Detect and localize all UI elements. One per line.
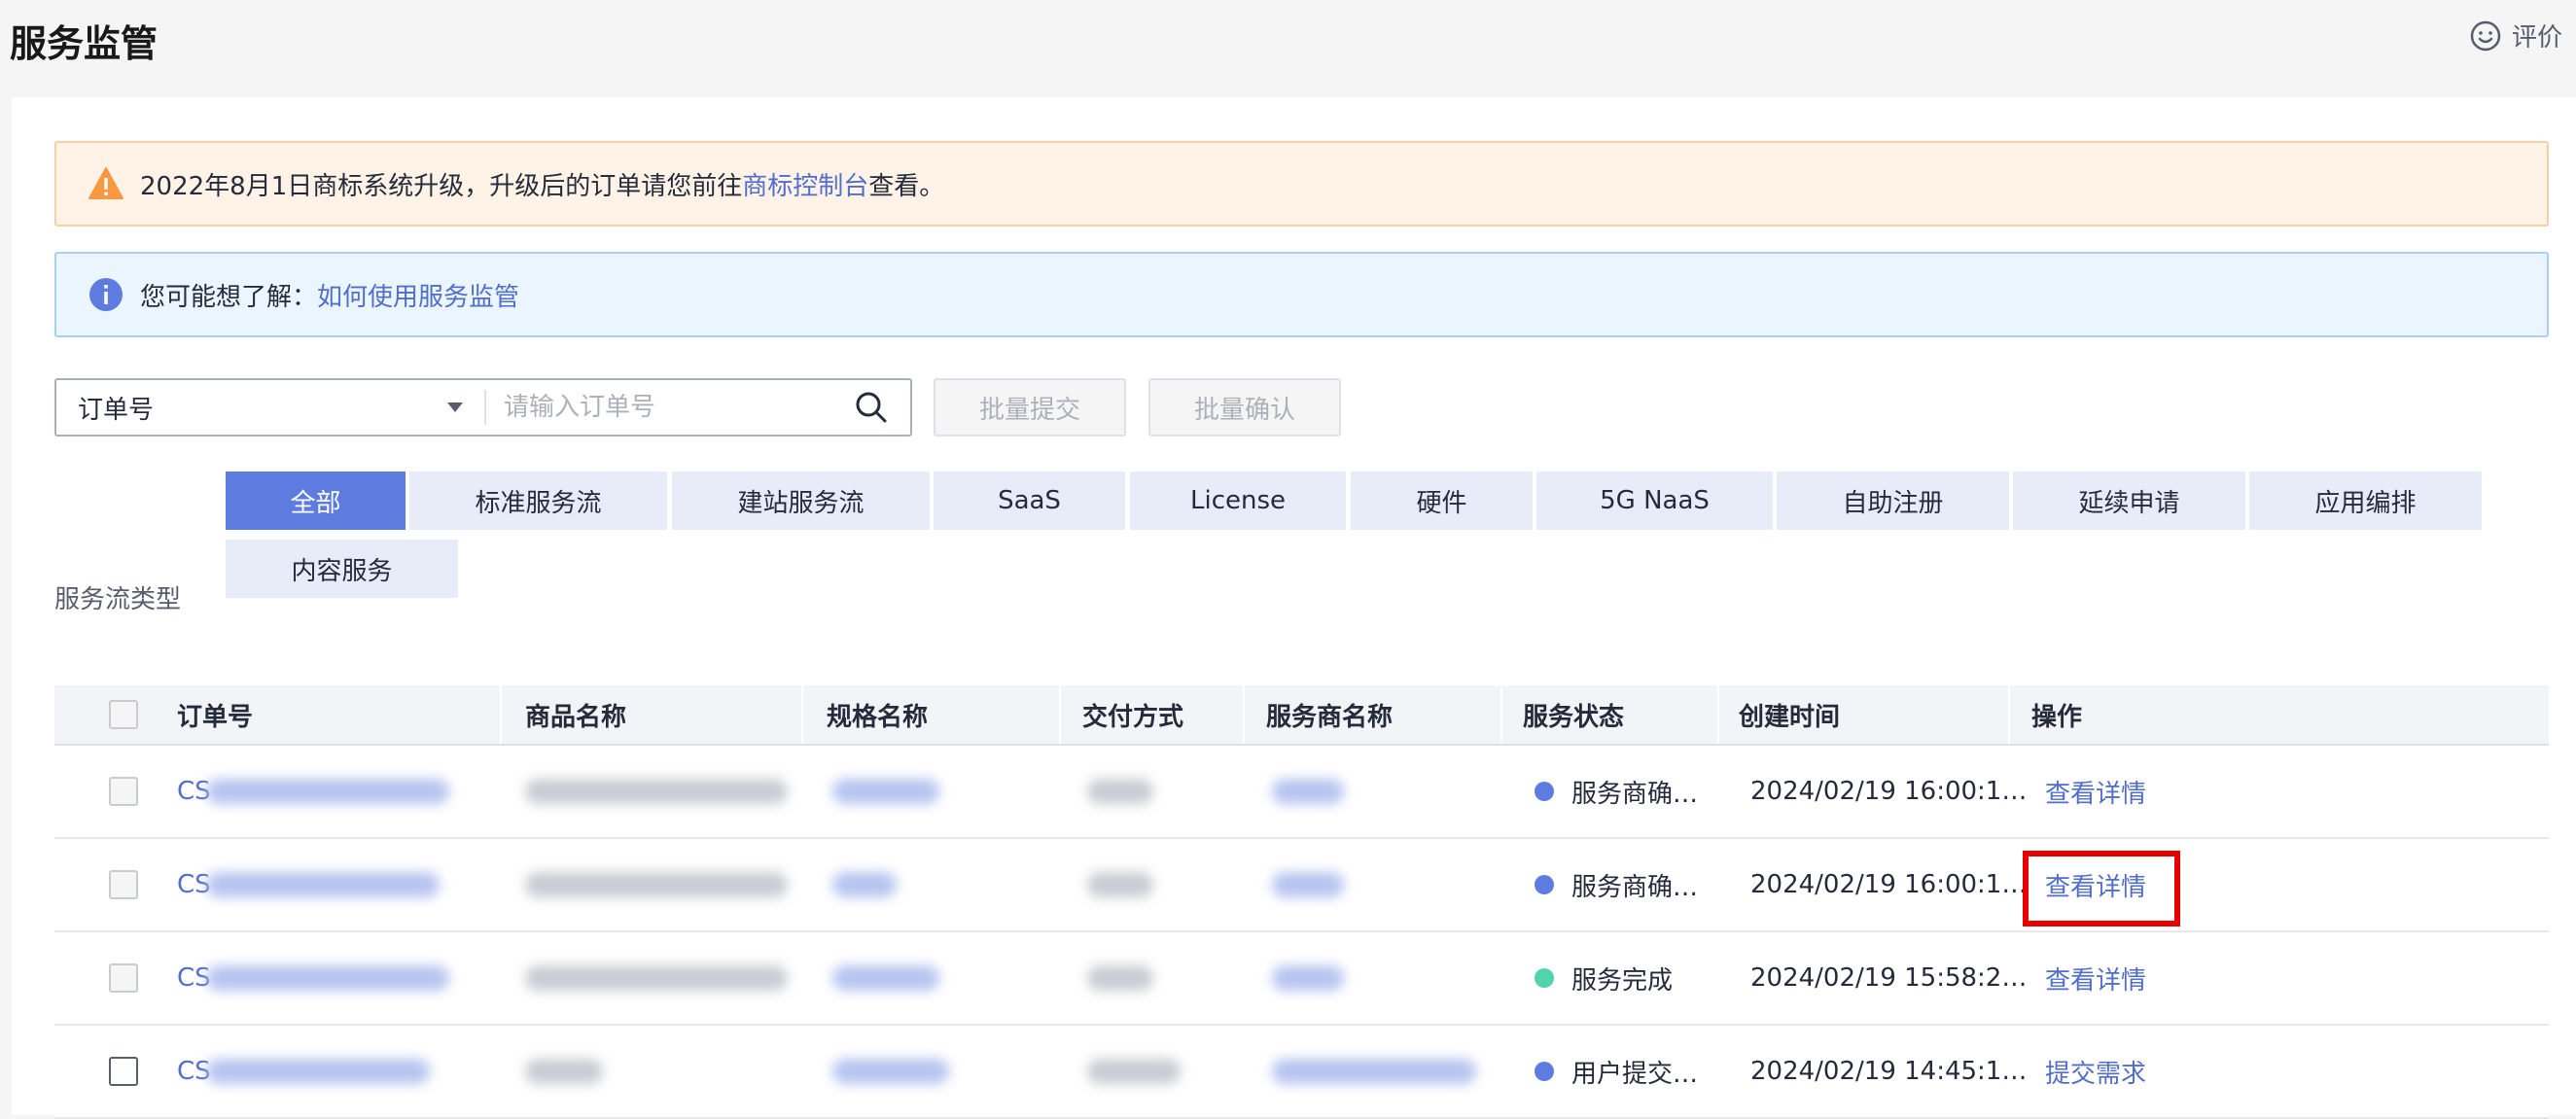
chip-standard[interactable]: 标准服务流 [409, 472, 667, 530]
search-box: 订单号 [54, 378, 912, 437]
chip-renewal[interactable]: 延续申请 [2013, 472, 2245, 530]
col-separator [2008, 685, 2010, 744]
redacted-vendor-name [1272, 1059, 1476, 1084]
page-title: 服务监管 [10, 22, 159, 65]
chip-website[interactable]: 建站服务流 [672, 472, 930, 530]
info-alert: 您可能想了解： 如何使用服务监管 [54, 252, 2549, 337]
redacted-product-name [525, 872, 788, 897]
trademark-console-link[interactable]: 商标控制台 [742, 166, 868, 202]
header-actions: 操作 [2031, 702, 2083, 732]
upgrade-alert-text: 2022年8月1日商标系统升级，升级后的订单请您前往 [140, 171, 743, 201]
batch-confirm-button[interactable]: 批量确认 [1148, 378, 1341, 437]
view-details-link[interactable]: 查看详情 [2045, 746, 2146, 837]
header-spec-name: 规格名称 [827, 702, 929, 732]
chip-app-orchestration[interactable]: 应用编排 [2249, 472, 2482, 530]
chip-all[interactable]: 全部 [226, 472, 406, 530]
search-field-select[interactable]: 订单号 [56, 380, 484, 435]
info-alert-text: 您可能想了解： [140, 282, 318, 312]
header-created-time: 创建时间 [1739, 702, 1841, 732]
warning-icon [88, 165, 124, 202]
col-separator [1717, 685, 1719, 744]
select-all-checkbox[interactable] [109, 700, 138, 729]
row-checkbox[interactable] [109, 963, 138, 993]
created-time: 2024/02/19 16:00:1… [1750, 777, 2028, 806]
caret-down-icon [447, 402, 463, 412]
table-header: 订单号 商品名称 规格名称 交付方式 服务商名称 服务状态 创建时间 操作 [54, 685, 2549, 746]
batch-submit-button[interactable]: 批量提交 [934, 378, 1126, 437]
status-cell: 服务商确… [1535, 746, 1719, 837]
redacted-spec-name [832, 1059, 949, 1084]
redacted-delivery [1087, 872, 1153, 897]
table-row: CS 用户提交… 2024/02/19 14:45:1… 提交需求 [54, 1026, 2549, 1119]
redacted-vendor-name [1272, 965, 1344, 991]
header-vendor-name: 服务商名称 [1266, 702, 1394, 732]
order-search-input[interactable] [486, 380, 854, 435]
main-card: 2022年8月1日商标系统升级，升级后的订单请您前往 商标控制台 查看。 您可能… [12, 97, 2576, 1119]
redacted-product-name [525, 779, 788, 804]
highlight-box [2023, 851, 2180, 927]
redacted-vendor-name [1272, 872, 1344, 897]
row-checkbox[interactable] [109, 1057, 138, 1086]
status-cell: 用户提交… [1535, 1026, 1719, 1117]
chip-content[interactable]: 内容服务 [226, 540, 458, 598]
how-to-use-link[interactable]: 如何使用服务监管 [317, 277, 519, 313]
col-separator [1243, 685, 1245, 744]
status-text: 服务商确… [1571, 872, 1699, 902]
search-icon[interactable] [854, 390, 889, 425]
table-row: CS 服务完成 2024/02/19 15:58:2… 查看详情 [54, 932, 2549, 1026]
redacted-product-name [525, 1059, 603, 1084]
status-dot [1535, 782, 1554, 801]
submit-request-link[interactable]: 提交需求 [2045, 1026, 2146, 1117]
status-dot [1535, 875, 1554, 894]
chip-hardware[interactable]: 硬件 [1351, 472, 1533, 530]
status-cell: 服务商确… [1535, 839, 1719, 930]
redacted-order-number [206, 1059, 430, 1084]
feedback-button[interactable]: 评价 [2469, 17, 2562, 53]
row-checkbox[interactable] [109, 870, 138, 899]
search-field-value: 订单号 [78, 395, 155, 425]
chip-saas[interactable]: SaaS [934, 472, 1125, 530]
status-text: 用户提交… [1571, 1059, 1699, 1089]
table-row: CS 服务商确… 2024/02/19 16:00:1… 查看详情 [54, 746, 2549, 839]
redacted-order-number [206, 965, 449, 991]
view-details-link[interactable]: 查看详情 [2045, 932, 2146, 1024]
upgrade-alert: 2022年8月1日商标系统升级，升级后的订单请您前往 商标控制台 查看。 [54, 141, 2549, 227]
chip-5g-naas[interactable]: 5G NaaS [1536, 472, 1773, 530]
info-icon [88, 276, 124, 313]
status-cell: 服务完成 [1535, 932, 1719, 1024]
redacted-delivery [1087, 965, 1153, 991]
redacted-spec-name [832, 965, 939, 991]
status-text: 服务完成 [1571, 965, 1674, 996]
smiley-icon [2470, 20, 2501, 51]
created-time: 2024/02/19 16:00:1… [1750, 870, 2028, 899]
col-separator [801, 685, 803, 744]
created-time: 2024/02/19 15:58:2… [1750, 963, 2028, 993]
col-separator [1500, 685, 1502, 744]
chip-license[interactable]: License [1130, 472, 1346, 530]
status-text: 服务商确… [1571, 779, 1699, 809]
header-product-name: 商品名称 [525, 702, 627, 732]
col-separator [500, 685, 502, 744]
status-dot [1535, 1062, 1554, 1081]
redacted-product-name [525, 965, 788, 991]
redacted-spec-name [832, 779, 939, 804]
feedback-label: 评价 [2511, 23, 2562, 52]
upgrade-alert-suffix: 查看。 [868, 171, 945, 201]
header-delivery: 交付方式 [1082, 702, 1184, 732]
redacted-spec-name [832, 872, 897, 897]
header-status: 服务状态 [1523, 702, 1625, 732]
status-dot [1535, 968, 1554, 988]
redacted-order-number [206, 872, 440, 897]
chip-self-register[interactable]: 自助注册 [1777, 472, 2009, 530]
header-order-no: 订单号 [177, 702, 254, 732]
redacted-delivery [1087, 779, 1153, 804]
created-time: 2024/02/19 14:45:1… [1750, 1057, 2028, 1086]
filter-label: 服务流类型 [54, 585, 182, 614]
redacted-delivery [1087, 1059, 1181, 1084]
col-separator [1059, 685, 1061, 744]
redacted-order-number [206, 779, 449, 804]
redacted-vendor-name [1272, 779, 1344, 804]
row-checkbox[interactable] [109, 777, 138, 806]
